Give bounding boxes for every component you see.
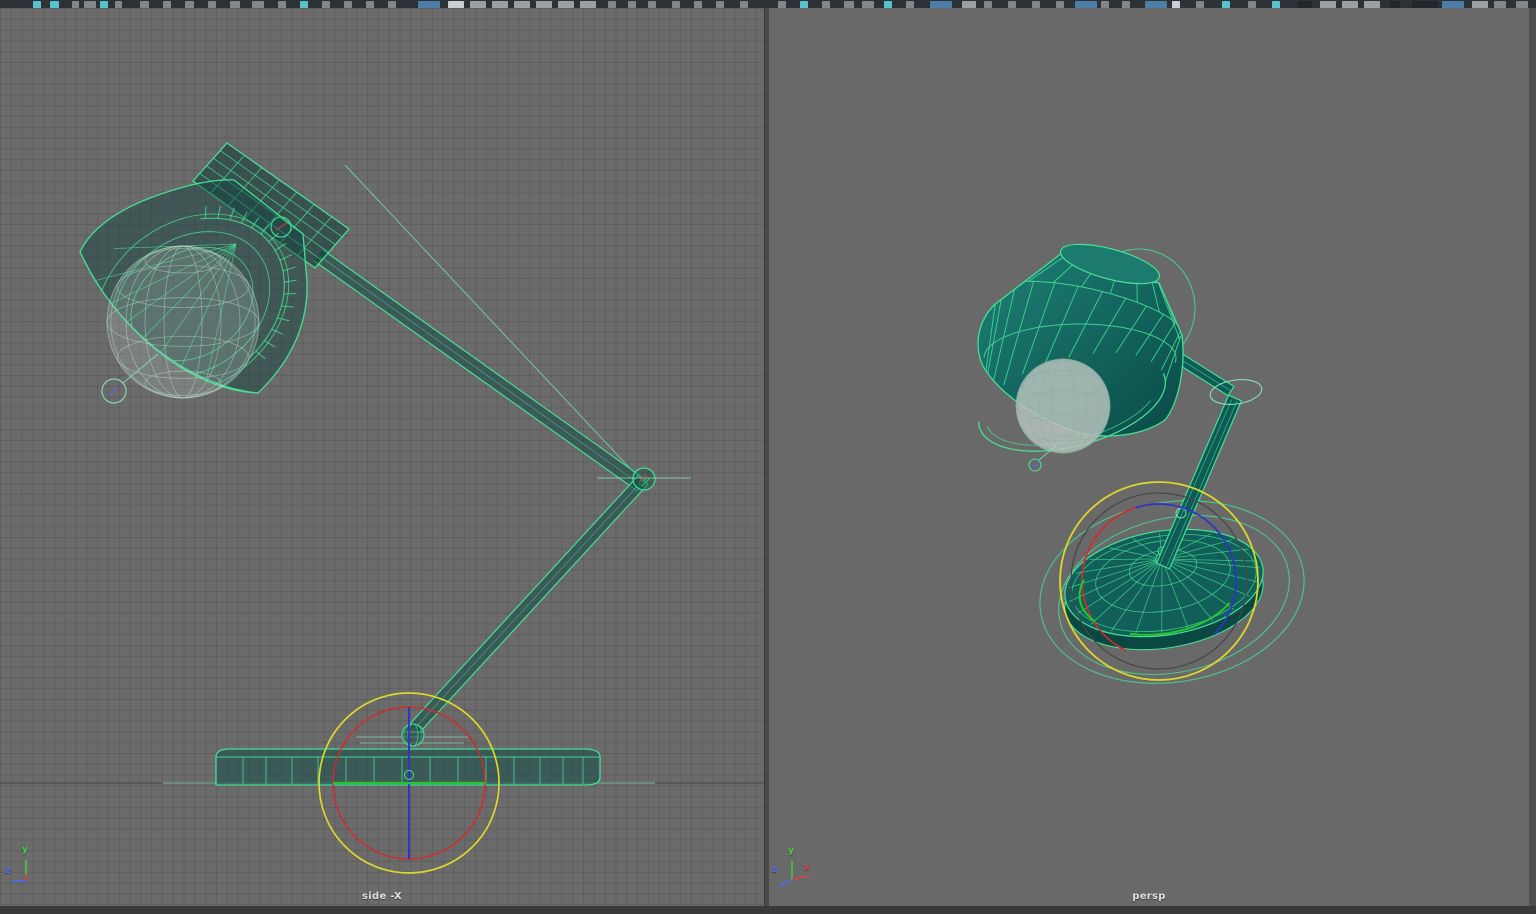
toolbar-icon-fragment[interactable] <box>100 1 108 8</box>
toolbar-icon-fragment[interactable] <box>208 1 216 8</box>
toolbar-icon-fragment[interactable] <box>33 1 41 8</box>
viewport-label-persp[interactable]: persp <box>769 891 1529 902</box>
lamp-bulb[interactable] <box>1016 359 1110 471</box>
toolbar-icon-fragment[interactable] <box>300 1 308 8</box>
toolbar-icon-fragment[interactable] <box>1516 1 1528 8</box>
x-axis-line <box>792 876 809 879</box>
toolbar-icon-fragment[interactable] <box>778 1 786 8</box>
viewport-side-x[interactable]: side -X y z <box>0 8 764 906</box>
toolbar-icon-fragment[interactable] <box>1248 1 1256 8</box>
toolbar-icon-fragment[interactable] <box>962 1 976 8</box>
toolbar-icon-fragment[interactable] <box>514 1 530 8</box>
toolbar-icon-fragment[interactable] <box>1145 1 1167 8</box>
window-right-edge <box>1529 8 1536 906</box>
toolbar-icon-fragment[interactable] <box>72 1 79 8</box>
toolbar-icon-fragment[interactable] <box>1056 1 1064 8</box>
toolbar-icon-fragment[interactable] <box>388 1 396 8</box>
toolbar-icon-fragment[interactable] <box>844 1 854 8</box>
toolbar-icon-fragment[interactable] <box>716 1 724 8</box>
toolbar-icon-fragment[interactable] <box>163 1 171 8</box>
toolbar-icon-fragment[interactable] <box>800 1 808 8</box>
toolbar-icon-fragment[interactable] <box>930 1 952 8</box>
toolbar-icon-fragment[interactable] <box>1222 1 1230 8</box>
toolbar-icon-fragment[interactable] <box>470 1 486 8</box>
toolbar-icon-fragment[interactable] <box>694 1 702 8</box>
y-axis-label: y <box>22 845 28 855</box>
toolbar-icon-fragment[interactable] <box>1075 1 1097 8</box>
toolbar-icon-fragment[interactable] <box>1172 1 1180 8</box>
toolbar-icon-fragment[interactable] <box>492 1 508 8</box>
toolbar-icon-fragment[interactable] <box>1196 1 1204 8</box>
x-axis-label: x <box>804 863 810 873</box>
toolbar-icon-fragment[interactable] <box>1494 1 1506 8</box>
rotate-manipulator[interactable] <box>319 693 499 873</box>
toolbar-icon-fragment[interactable] <box>344 1 352 8</box>
toolbar-icon-fragment[interactable] <box>628 1 636 8</box>
toolbar-icon-fragment[interactable] <box>1298 1 1312 8</box>
toolbar-icon-fragment[interactable] <box>984 1 992 8</box>
view-axis-gizmo: y x z <box>771 848 817 894</box>
toolbar-icon-fragment[interactable] <box>84 1 96 8</box>
viewport-label-side-x[interactable]: side -X <box>0 891 764 902</box>
toolbar-icon-fragment[interactable] <box>1342 1 1358 8</box>
toolbar-icon-fragment[interactable] <box>50 1 59 8</box>
toolbar-icon-fragment[interactable] <box>1008 1 1016 8</box>
y-axis-label: y <box>788 846 794 856</box>
toolbar-icon-fragment[interactable] <box>608 1 616 8</box>
z-axis-label: z <box>5 866 10 876</box>
toolbar-icon-fragment[interactable] <box>1412 1 1438 8</box>
toolbar-icon-fragment[interactable] <box>1390 1 1400 8</box>
application-window: side -X y z persp <box>0 0 1536 914</box>
toolbar-icon-fragment[interactable] <box>448 1 464 8</box>
desk-lamp-wireframe[interactable] <box>60 143 691 785</box>
toolbar-icon-fragment[interactable] <box>906 1 914 8</box>
toolbar-icon-fragment[interactable] <box>230 1 240 8</box>
toolbar-icon-fragment[interactable] <box>1472 1 1488 8</box>
toolbar-icon-fragment[interactable] <box>366 1 374 8</box>
toolbar-icon-fragment[interactable] <box>740 1 748 8</box>
toolbar-icon-fragment[interactable] <box>115 1 122 8</box>
toolbar-icon-fragment[interactable] <box>884 1 892 8</box>
toolbar-icon-fragment[interactable] <box>1442 1 1464 8</box>
z-axis-line <box>779 879 792 886</box>
toolbar-icon-fragment[interactable] <box>1364 1 1380 8</box>
toolbar-icon-fragment[interactable] <box>536 1 552 8</box>
window-bottom-edge <box>0 906 1536 914</box>
toolbar-icon-fragment[interactable] <box>1101 1 1109 8</box>
toolbar-icon-fragment[interactable] <box>418 1 440 8</box>
z-axis-label: z <box>772 865 777 875</box>
toolbar-icon-fragment[interactable] <box>648 1 656 8</box>
toolbar-icon-fragment[interactable] <box>1032 1 1040 8</box>
toolbar-icon-fragment[interactable] <box>558 1 574 8</box>
toolbar-icon-fragment[interactable] <box>822 1 830 8</box>
toolbar-icon-fragment[interactable] <box>1272 1 1280 8</box>
toolbar-icon-fragment[interactable] <box>862 1 874 8</box>
toolbar-icon-fragment[interactable] <box>278 1 286 8</box>
toolbar-icon-fragment[interactable] <box>1122 1 1130 8</box>
toolbar-icon-fragment[interactable] <box>252 1 264 8</box>
toolbar-icon-fragment[interactable] <box>672 1 680 8</box>
toolbar-icon-fragment[interactable] <box>185 1 194 8</box>
view-axis-gizmo: y z <box>2 848 48 894</box>
viewport-persp[interactable]: persp y x z <box>769 8 1529 906</box>
toolbar-icon-fragment[interactable] <box>322 1 330 8</box>
toolbar-icon-fragment[interactable] <box>1320 1 1336 8</box>
toolbar-icon-fragment[interactable] <box>140 1 149 8</box>
viewport-toolbar-cutoff[interactable] <box>0 0 1536 8</box>
toolbar-icon-fragment[interactable] <box>580 1 596 8</box>
